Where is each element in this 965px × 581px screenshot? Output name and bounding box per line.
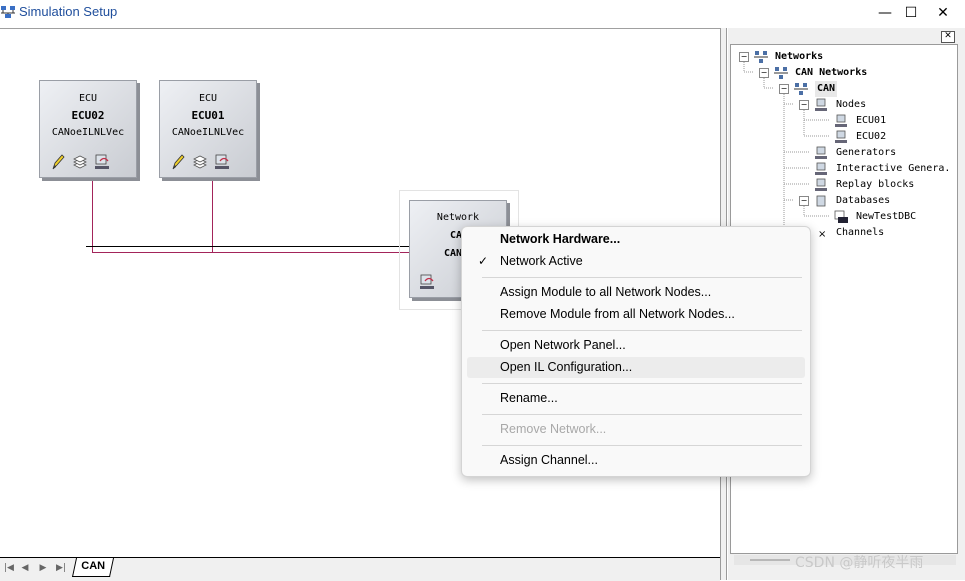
bus-line-red xyxy=(92,252,410,253)
expander-can-networks[interactable]: − xyxy=(759,68,769,78)
menu-item-remove-network: Remove Network... xyxy=(467,419,805,440)
pencil-icon[interactable] xyxy=(50,153,66,171)
menu-item-label: Remove Network... xyxy=(500,422,607,436)
sheet-tab-bar: |◀ ◀ ▶ ▶| CAN xyxy=(0,557,720,581)
computer-icon xyxy=(815,162,827,175)
ecu-name-label: ECU01 xyxy=(191,109,225,122)
next-tab-button[interactable]: ▶ xyxy=(36,561,50,575)
menu-separator xyxy=(482,414,802,415)
menu-item-remove-module[interactable]: Remove Module from all Network Nodes... xyxy=(467,304,805,325)
channel-icon: × xyxy=(818,229,826,240)
pane-close-button[interactable]: ✕ xyxy=(941,31,955,43)
ecu01-connection-line xyxy=(212,178,213,253)
menu-item-network-active[interactable]: ✓ Network Active xyxy=(467,251,805,272)
svg-text:×: × xyxy=(818,229,826,240)
ecu-node-ecu02[interactable]: ECU ECU02 CANoeILNLVec xyxy=(39,80,137,178)
title-bar: Simulation Setup — ☐ ✕ xyxy=(0,0,965,26)
ecu-type-label: ECU xyxy=(198,93,218,104)
context-menu: Network Hardware... ✓ Network Active Ass… xyxy=(461,226,811,477)
menu-separator xyxy=(482,277,802,278)
menu-item-open-il-configuration[interactable]: Open IL Configuration... xyxy=(467,357,805,378)
dbc-icon xyxy=(834,210,848,223)
menu-item-label: Open Network Panel... xyxy=(500,338,626,352)
bus-line-black xyxy=(86,246,410,247)
tree-item-nodes[interactable]: Nodes xyxy=(836,97,866,113)
menu-item-label: Rename... xyxy=(500,391,558,405)
ecu-name-label: ECU02 xyxy=(71,109,105,122)
ecu-node-ecu01[interactable]: ECU ECU01 CANoeILNLVec xyxy=(159,80,257,178)
computer-icon xyxy=(815,178,827,191)
ecu02-connection-line xyxy=(92,178,93,253)
network-icon xyxy=(754,51,768,63)
last-tab-button[interactable]: ▶| xyxy=(54,561,68,575)
tree-item-interactive-generators[interactable]: Interactive Genera. xyxy=(836,161,950,177)
ecu-module-label: CANoeILNLVec xyxy=(51,127,125,138)
first-tab-button[interactable]: |◀ xyxy=(2,561,16,575)
computer-icon xyxy=(835,114,847,127)
menu-item-label: Open IL Configuration... xyxy=(500,360,633,374)
tree-item-databases[interactable]: Databases xyxy=(836,193,890,209)
expander-databases[interactable]: − xyxy=(799,196,809,206)
pencil-icon[interactable] xyxy=(170,153,186,171)
tree-item-ecu01[interactable]: ECU01 xyxy=(856,113,886,129)
ecu-type-label: ECU xyxy=(78,93,98,104)
tree-item-replay-blocks[interactable]: Replay blocks xyxy=(836,177,914,193)
menu-separator xyxy=(482,330,802,331)
menu-separator xyxy=(482,383,802,384)
menu-item-label: Network Active xyxy=(500,254,583,268)
stack-icon[interactable] xyxy=(72,153,88,171)
menu-item-network-hardware[interactable]: Network Hardware... xyxy=(467,229,805,250)
tree-item-channels[interactable]: Channels xyxy=(836,225,884,241)
prev-tab-button[interactable]: ◀ xyxy=(18,561,32,575)
tree-item-can-networks[interactable]: CAN Networks xyxy=(795,65,867,81)
ecu-module-label: CANoeILNLVec xyxy=(171,127,245,138)
maximize-button[interactable]: ☐ xyxy=(895,0,927,26)
expander-nodes[interactable]: − xyxy=(799,100,809,110)
network-type-label: Network xyxy=(436,212,480,223)
node-config-icon[interactable] xyxy=(214,153,230,171)
computer-icon xyxy=(835,130,847,143)
menu-item-label: Assign Channel... xyxy=(500,453,598,467)
menu-item-label: Assign Module to all Network Nodes... xyxy=(500,285,712,299)
close-button[interactable]: ✕ xyxy=(927,0,959,26)
watermark: CSDN @静听夜半雨 xyxy=(795,555,924,571)
node-config-icon[interactable] xyxy=(94,153,110,171)
computer-icon xyxy=(815,146,827,159)
node-config-icon[interactable] xyxy=(419,273,435,291)
menu-item-label: Network Hardware... xyxy=(500,232,621,246)
expander-can[interactable]: − xyxy=(779,84,789,94)
network-icon xyxy=(774,67,788,79)
tree-item-can[interactable]: CAN xyxy=(815,81,838,97)
menu-item-label: Remove Module from all Network Nodes... xyxy=(500,307,735,321)
tree-item-newtestdbc[interactable]: NewTestDBC xyxy=(856,209,916,225)
database-icon xyxy=(816,195,826,207)
menu-item-rename[interactable]: Rename... xyxy=(467,388,805,409)
computer-icon xyxy=(815,98,827,111)
scrollbar-thumb[interactable] xyxy=(750,559,790,561)
menu-item-assign-module[interactable]: Assign Module to all Network Nodes... xyxy=(467,282,805,303)
network-module-label: CAN xyxy=(444,248,463,259)
expander-networks[interactable]: − xyxy=(739,52,749,62)
stack-icon[interactable] xyxy=(192,153,208,171)
checkmark-icon: ✓ xyxy=(478,254,489,268)
tree-item-networks[interactable]: Networks xyxy=(775,49,823,65)
tab-can[interactable]: CAN xyxy=(71,558,115,577)
network-icon xyxy=(794,83,808,95)
window-title: Simulation Setup xyxy=(19,4,118,19)
menu-separator xyxy=(482,445,802,446)
menu-item-open-network-panel[interactable]: Open Network Panel... xyxy=(467,335,805,356)
network-icon xyxy=(1,6,15,18)
tree-item-ecu02[interactable]: ECU02 xyxy=(856,129,886,145)
tab-can-label: CAN xyxy=(81,560,106,572)
menu-item-assign-channel[interactable]: Assign Channel... xyxy=(467,450,805,471)
tree-item-generators[interactable]: Generators xyxy=(836,145,896,161)
